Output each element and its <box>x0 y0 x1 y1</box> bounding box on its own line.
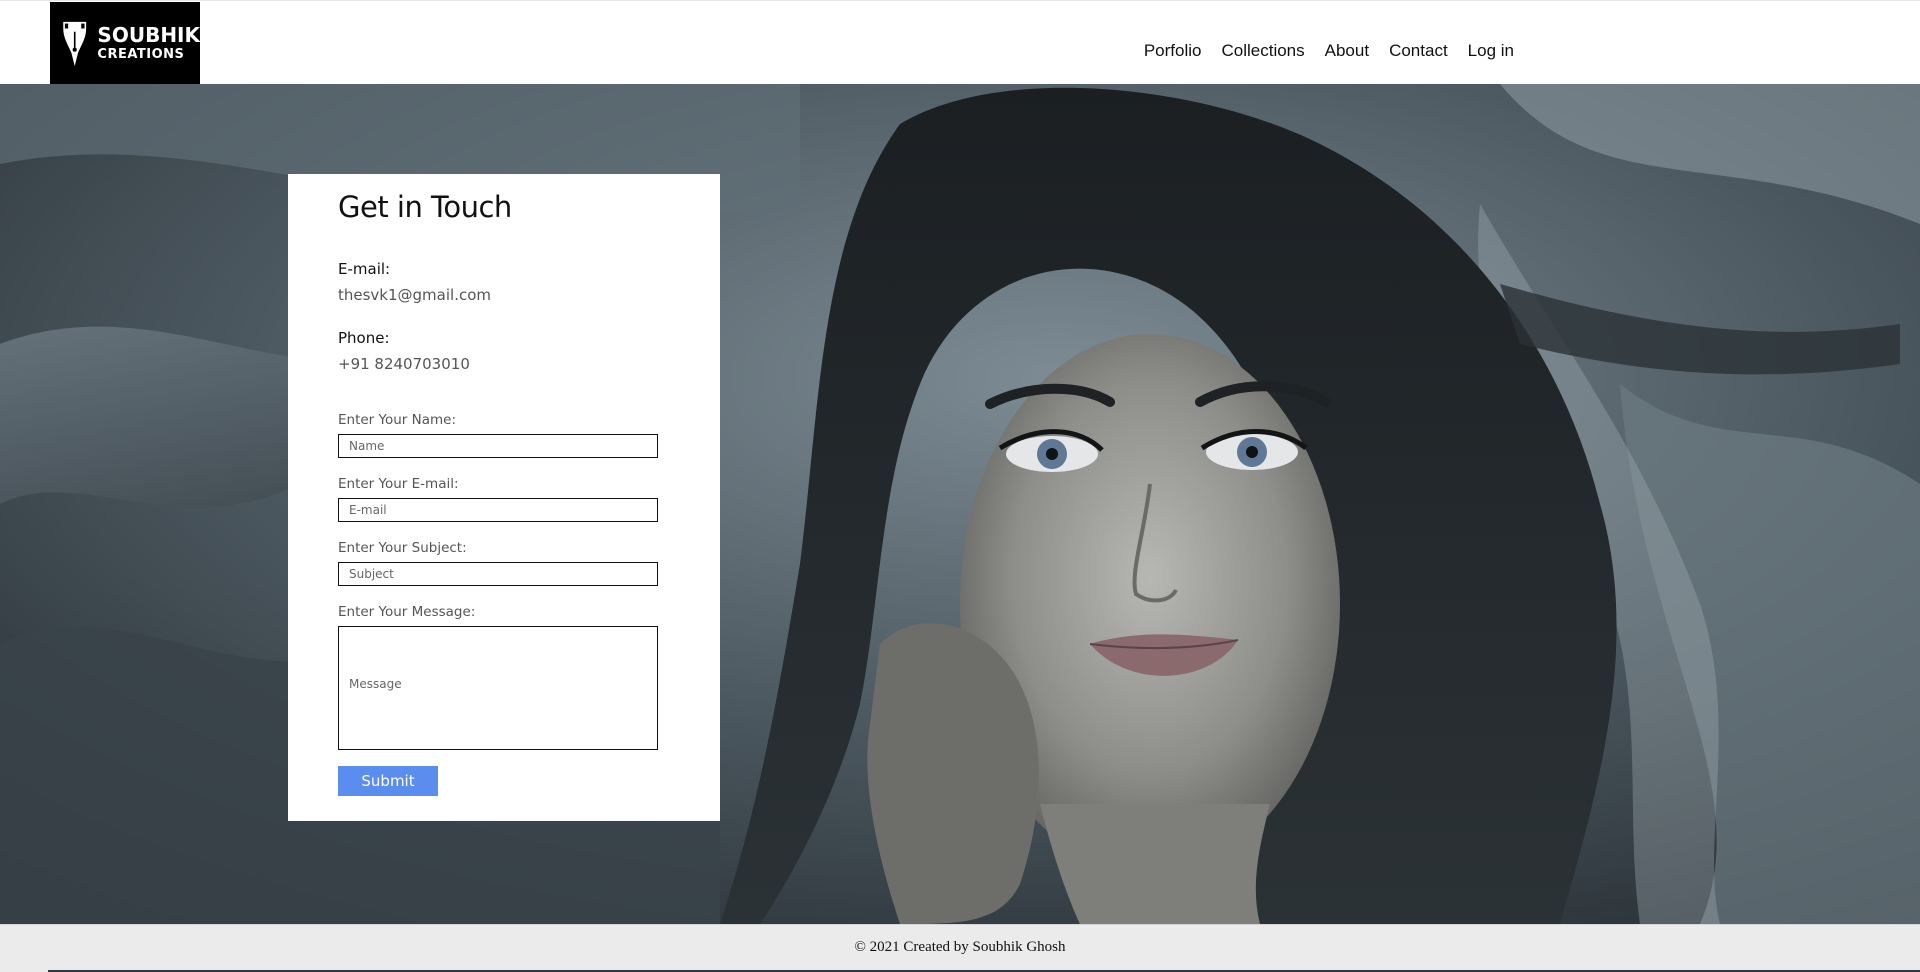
brand-name-line2: CREATIONS <box>97 47 185 63</box>
name-field[interactable] <box>338 434 658 458</box>
email-label: E-mail: <box>338 260 391 278</box>
submit-button[interactable]: Submit <box>338 766 438 796</box>
brand-logo[interactable]: SOUBHIK CREATIONS <box>50 2 200 85</box>
subject-field[interactable] <box>338 562 658 586</box>
nav-item-login[interactable]: Log in <box>1468 41 1514 61</box>
contact-title: Get in Touch <box>338 190 512 224</box>
email-field[interactable] <box>338 498 658 522</box>
site-footer: © 2021 Created by Soubhik Ghosh <box>0 924 1920 972</box>
email-value: thesvk1@gmail.com <box>338 286 492 304</box>
pen-nib-icon <box>63 21 87 66</box>
subject-field-label: Enter Your Subject: <box>338 540 467 556</box>
nav-item-collections[interactable]: Collections <box>1221 41 1304 61</box>
nav-item-about[interactable]: About <box>1325 41 1369 61</box>
copyright-text: © 2021 Created by Soubhik Ghosh <box>854 939 1066 955</box>
site-header: SOUBHIK CREATIONS Porfolio Collections A… <box>0 0 1920 85</box>
contact-card: Get in Touch E-mail: thesvk1@gmail.com P… <box>288 174 720 821</box>
name-field-label: Enter Your Name: <box>338 412 457 428</box>
phone-value: +91 8240703010 <box>338 355 470 373</box>
brand-wordmark: SOUBHIK CREATIONS <box>97 25 200 62</box>
main-nav: Porfolio Collections About Contact Log i… <box>1124 41 1514 61</box>
message-field[interactable] <box>338 626 658 750</box>
email-field-label: Enter Your E-mail: <box>338 476 459 492</box>
phone-label: Phone: <box>338 329 390 347</box>
nav-item-portfolio[interactable]: Porfolio <box>1144 41 1202 61</box>
nav-item-contact[interactable]: Contact <box>1389 41 1448 61</box>
message-field-label: Enter Your Message: <box>338 604 476 620</box>
brand-name-line1: SOUBHIK <box>97 23 200 48</box>
